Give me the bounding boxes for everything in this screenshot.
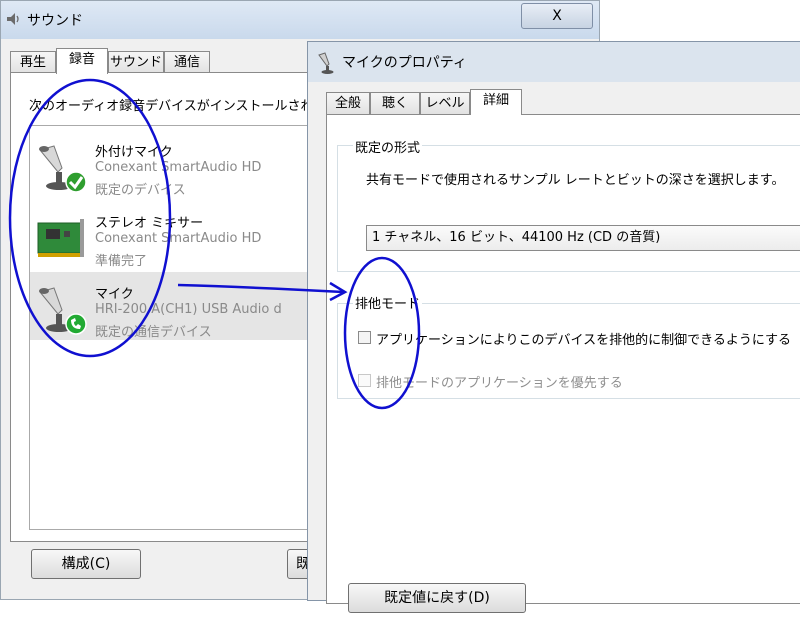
tab-recording[interactable]: 録音 — [56, 48, 108, 74]
device-driver: Conexant SmartAudio HD — [95, 231, 262, 246]
mic-title-bar[interactable]: マイクのプロパティ — [308, 42, 800, 82]
tab-playback[interactable]: 再生 — [10, 51, 56, 73]
group-border-bottom — [337, 271, 800, 272]
speaker-icon — [7, 13, 19, 25]
group-border-bottom — [337, 398, 800, 399]
sound-window-title: サウンド — [27, 13, 83, 29]
tab-general[interactable]: 全般 — [326, 92, 370, 114]
device-status: 既定の通信デバイス — [95, 325, 212, 340]
recording-description: 次のオーディオ録音デバイスがインストールされてい — [29, 99, 340, 114]
tab-sounds[interactable]: サウンド — [108, 51, 164, 73]
close-button[interactable]: X — [521, 3, 593, 29]
device-status: 準備完了 — [95, 254, 148, 269]
microphone-default-icon — [39, 145, 87, 193]
device-status: 既定のデバイス — [95, 183, 186, 198]
allow-exclusive-label: アプリケーションによりこのデバイスを排他的に制御できるようにする — [376, 333, 791, 348]
tab-listen[interactable]: 聴く — [370, 92, 420, 114]
tab-levels[interactable]: レベル — [420, 92, 470, 114]
group-border-left — [337, 303, 338, 398]
device-name: ステレオ ミキサー — [95, 216, 204, 231]
allow-exclusive-checkbox[interactable] — [358, 331, 371, 344]
tab-advanced[interactable]: 詳細 — [470, 89, 522, 115]
tab-communications[interactable]: 通信 — [164, 51, 210, 73]
microphone-communication-icon — [39, 287, 87, 335]
device-driver: HRI-200 A(CH1) USB Audio d — [95, 302, 282, 317]
microphone-icon — [318, 52, 334, 74]
device-name: マイク — [95, 287, 134, 302]
default-format-select[interactable]: 1 チャネル、16 ビット、44100 Hz (CD の音質) — [366, 225, 800, 251]
sound-title-bar[interactable]: サウンド X — [1, 1, 599, 39]
default-format-description: 共有モードで使用されるサンプル レートとビットの深さを選択します。 — [366, 173, 785, 188]
device-name: 外付けマイク — [95, 145, 173, 160]
restore-defaults-button[interactable]: 既定値に戻す(D) — [348, 583, 526, 613]
configure-button[interactable]: 構成(C) — [31, 549, 141, 579]
exclusive-mode-label: 排他モード — [353, 293, 423, 312]
default-format-label: 既定の形式 — [353, 137, 423, 156]
mic-properties-window: マイクのプロパティ 全般 聴く レベル 詳細 既定の形式 共有モードで使用される… — [307, 41, 800, 613]
advanced-panel: 既定の形式 共有モードで使用されるサンプル レートとビットの深さを選択します。 … — [326, 114, 800, 613]
group-border-left — [337, 145, 338, 271]
mic-window-title: マイクのプロパティ — [342, 55, 467, 71]
exclusive-priority-label: 排他モードのアプリケーションを優先する — [376, 376, 623, 391]
sound-card-icon — [37, 219, 84, 257]
exclusive-priority-checkbox — [358, 374, 371, 387]
device-driver: Conexant SmartAudio HD — [95, 160, 262, 175]
